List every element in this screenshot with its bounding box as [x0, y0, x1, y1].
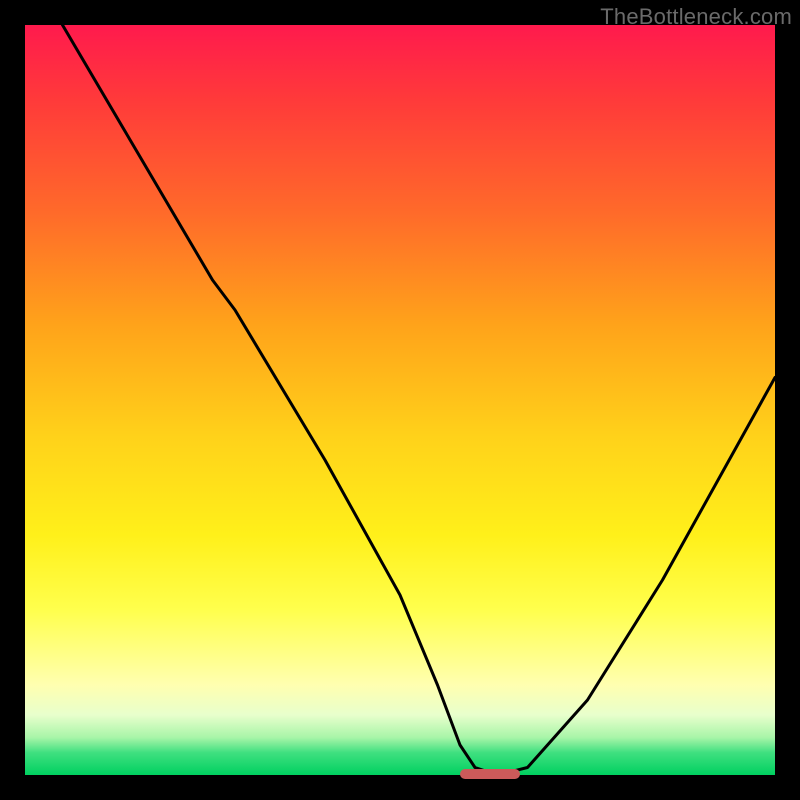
optimal-range-marker [460, 769, 520, 779]
chart-container: TheBottleneck.com [0, 0, 800, 800]
bottleneck-curve [25, 25, 775, 775]
plot-area [25, 25, 775, 775]
watermark-text: TheBottleneck.com [600, 4, 792, 30]
